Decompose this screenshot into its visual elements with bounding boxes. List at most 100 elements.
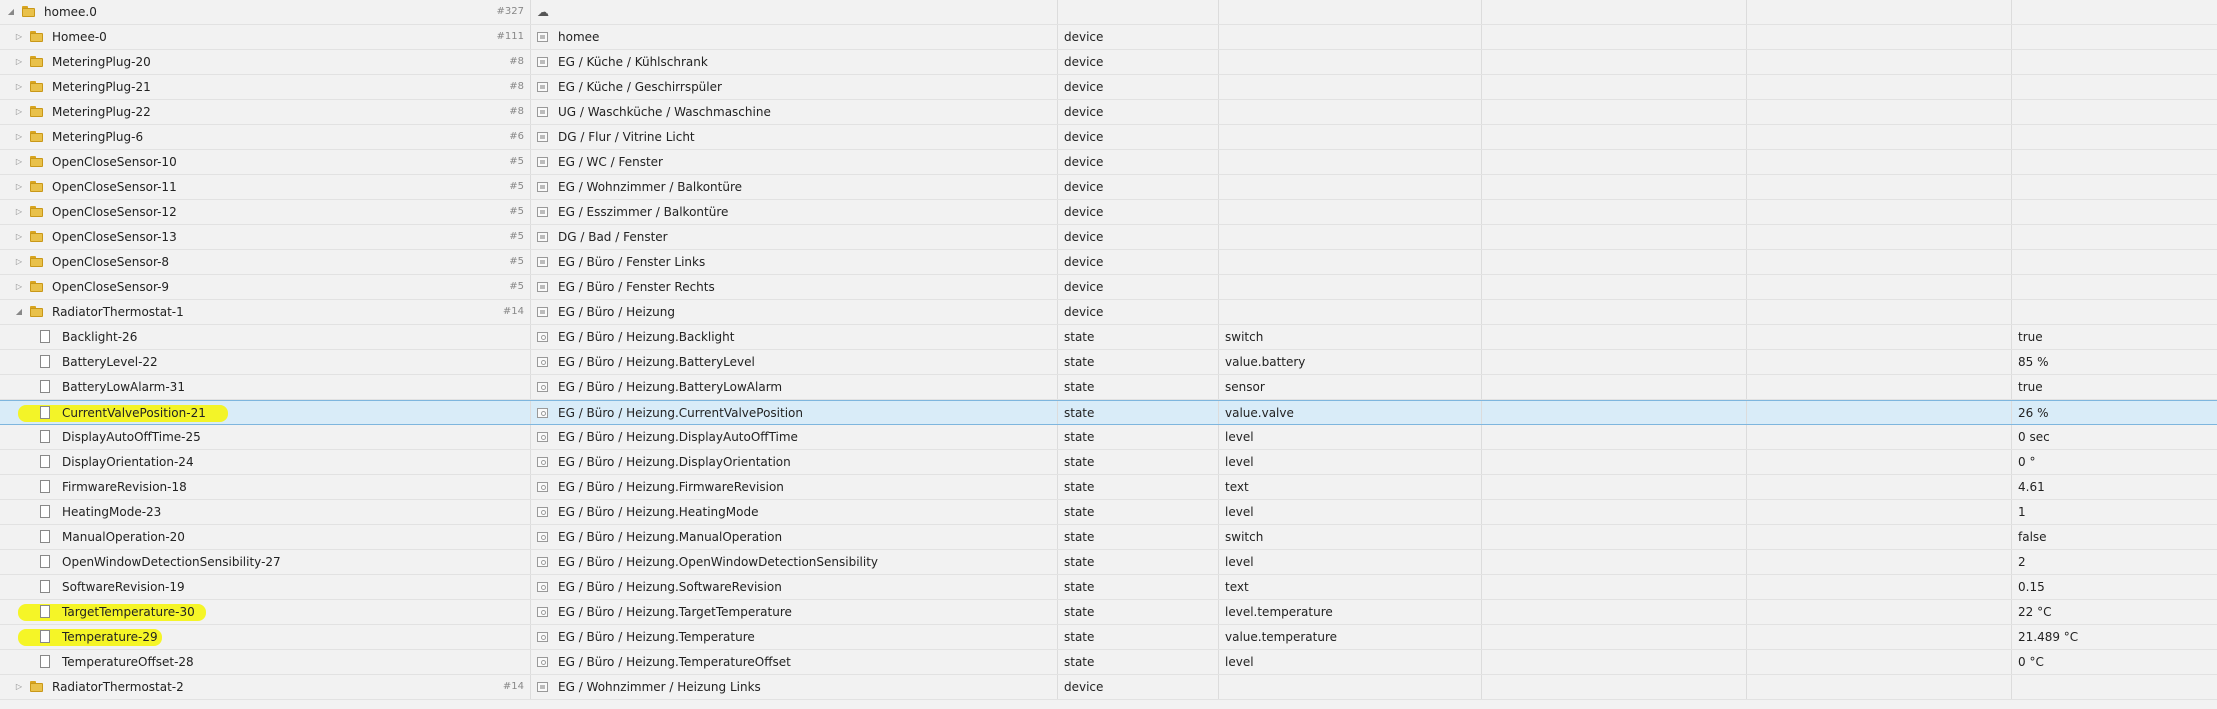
value-cell[interactable]: 1	[2012, 500, 2217, 524]
file-icon	[40, 530, 50, 543]
role-cell: value.valve	[1225, 406, 1294, 420]
object-id: MeteringPlug-6	[52, 130, 144, 144]
child-count: #8	[509, 56, 524, 67]
function-cell	[1747, 300, 2011, 324]
type-cell: state	[1064, 655, 1095, 669]
tree-row[interactable]: FirmwareRevision-18 EG / Büro / Heizung.F…	[0, 475, 2217, 500]
tree-row[interactable]: ▷ OpenCloseSensor-13 #5 DG / Bad / Fenster d…	[0, 225, 2217, 250]
value-cell[interactable]: 26 %	[2012, 401, 2217, 425]
value-cell[interactable]: true	[2012, 375, 2217, 399]
value-cell[interactable]	[2012, 25, 2217, 49]
object-id: OpenCloseSensor-10	[52, 155, 177, 169]
tree-row[interactable]: ▷ OpenCloseSensor-12 #5 EG / Esszimmer / Ba…	[0, 200, 2217, 225]
file-icon	[40, 406, 50, 419]
expand-triangle-icon[interactable]: ▷	[14, 175, 24, 199]
id-cell: ▷ MeteringPlug-20 #8	[0, 50, 530, 74]
tree-row[interactable]: DisplayAutoOffTime-25 EG / Büro / Heizung…	[0, 425, 2217, 450]
object-id: MeteringPlug-20	[52, 55, 151, 69]
value-cell[interactable]: 0 °C	[2012, 650, 2217, 674]
tree-row[interactable]: ▷ OpenCloseSensor-10 #5 EG / WC / Fenster de…	[0, 150, 2217, 175]
expand-triangle-icon[interactable]: ▷	[14, 50, 24, 74]
tree-row[interactable]: DisplayOrientation-24 EG / Büro / Heizung…	[0, 450, 2217, 475]
room-cell	[1482, 650, 1746, 674]
tree-row[interactable]: Temperature-29 EG / Büro / Heizung.Temper…	[0, 625, 2217, 650]
value-cell[interactable]: 22 °C	[2012, 600, 2217, 624]
expand-triangle-icon[interactable]: ▷	[14, 75, 24, 99]
type-cell: device	[1064, 280, 1104, 294]
object-name: EG / Büro / Heizung.BatteryLowAlarm	[558, 380, 783, 394]
tree-row[interactable]: ▷ OpenCloseSensor-9 #5 EG / Büro / Fenster …	[0, 275, 2217, 300]
function-cell	[1747, 375, 2011, 399]
tree-row[interactable]: BatteryLevel-22 EG / Büro / Heizung.Batte…	[0, 350, 2217, 375]
tree-row[interactable]: ManualOperation-20 EG / Büro / Heizung.Ma…	[0, 525, 2217, 550]
value-cell[interactable]: 21.489 °C	[2012, 625, 2217, 649]
value-cell[interactable]	[2012, 175, 2217, 199]
id-cell: ▷ OpenCloseSensor-9 #5	[0, 275, 530, 299]
device-icon	[537, 182, 548, 192]
value-cell[interactable]	[2012, 250, 2217, 274]
tree-row[interactable]: ▷ OpenCloseSensor-8 #5 EG / Büro / Fenster …	[0, 250, 2217, 275]
value-cell[interactable]	[2012, 125, 2217, 149]
tree-row[interactable]: ▷ MeteringPlug-21 #8 EG / Küche / Geschirrs…	[0, 75, 2217, 100]
tree-row[interactable]: ▷ Homee-0 #111 homee device	[0, 25, 2217, 50]
tree-row[interactable]: ▷ MeteringPlug-6 #6 DG / Flur / Vitrine Lic…	[0, 125, 2217, 150]
value-cell[interactable]: 4.61	[2012, 475, 2217, 499]
value-cell[interactable]: 0 sec	[2012, 425, 2217, 449]
room-cell	[1482, 475, 1746, 499]
value-cell[interactable]: true	[2012, 325, 2217, 349]
collapse-triangle-icon[interactable]: ◢	[6, 0, 16, 24]
expand-triangle-icon[interactable]: ▷	[14, 150, 24, 174]
object-id: DisplayAutoOffTime-25	[62, 430, 201, 444]
name-cell: EG / Esszimmer / Balkontüre	[531, 200, 1057, 224]
value-cell[interactable]	[2012, 300, 2217, 324]
tree-row[interactable]: OpenWindowDetectionSensibility-27 EG / Bü…	[0, 550, 2217, 575]
expand-triangle-icon[interactable]: ▷	[14, 275, 24, 299]
expand-triangle-icon[interactable]: ▷	[14, 100, 24, 124]
child-count: #5	[509, 181, 524, 192]
expand-triangle-icon[interactable]: ▷	[14, 125, 24, 149]
tree-row[interactable]: SoftwareRevision-19 EG / Büro / Heizung.S…	[0, 575, 2217, 600]
state-icon	[537, 332, 548, 342]
object-id: SoftwareRevision-19	[62, 580, 185, 594]
tree-row[interactable]: ◢ RadiatorThermostat-1 #14 EG / Büro / Heiz…	[0, 300, 2217, 325]
function-cell	[1747, 675, 2011, 699]
child-count: #327	[496, 6, 524, 17]
tree-row[interactable]: CurrentValvePosition-21 EG / Büro / Heizu…	[0, 400, 2217, 425]
expand-triangle-icon[interactable]: ▷	[14, 25, 24, 49]
value-cell[interactable]: 2	[2012, 550, 2217, 574]
value-cell[interactable]	[2012, 675, 2217, 699]
expand-triangle-icon[interactable]: ▷	[14, 225, 24, 249]
tree-row[interactable]: TargetTemperature-30 EG / Büro / Heizung.…	[0, 600, 2217, 625]
value-cell[interactable]	[2012, 225, 2217, 249]
value-cell[interactable]: 85 %	[2012, 350, 2217, 374]
tree-row-root[interactable]: ◢ homee.0 #327 ☁	[0, 0, 2217, 25]
collapse-triangle-icon[interactable]: ◢	[14, 300, 24, 324]
expand-triangle-icon[interactable]: ▷	[14, 250, 24, 274]
value-cell[interactable]: 0 °	[2012, 450, 2217, 474]
value-cell[interactable]	[2012, 100, 2217, 124]
function-cell	[1747, 25, 2011, 49]
tree-row[interactable]: ▷ RadiatorThermostat-2 #14 EG / Wohnzimmer …	[0, 675, 2217, 700]
object-id: Backlight-26	[62, 330, 138, 344]
value-cell[interactable]	[2012, 200, 2217, 224]
value-cell[interactable]	[2012, 275, 2217, 299]
tree-row[interactable]: ▷ MeteringPlug-20 #8 EG / Küche / Kühlschra…	[0, 50, 2217, 75]
value-cell[interactable]	[2012, 75, 2217, 99]
value-cell[interactable]: 0.15	[2012, 575, 2217, 599]
tree-row[interactable]: BatteryLowAlarm-31 EG / Büro / Heizung.Ba…	[0, 375, 2217, 400]
state-icon	[537, 457, 548, 467]
tree-row[interactable]: ▷ MeteringPlug-22 #8 UG / Waschküche / Wasc…	[0, 100, 2217, 125]
tree-row[interactable]: Backlight-26 EG / Büro / Heizung.Backligh…	[0, 325, 2217, 350]
expand-triangle-icon[interactable]: ▷	[14, 200, 24, 224]
value-cell[interactable]: false	[2012, 525, 2217, 549]
tree-row[interactable]: ▷ OpenCloseSensor-11 #5 EG / Wohnzimmer / B…	[0, 175, 2217, 200]
device-icon	[537, 57, 548, 67]
object-name: EG / Küche / Kühlschrank	[558, 55, 708, 69]
tree-row[interactable]: TemperatureOffset-28 EG / Büro / Heizung.…	[0, 650, 2217, 675]
tree-row[interactable]: HeatingMode-23 EG / Büro / Heizung.Heatin…	[0, 500, 2217, 525]
value-cell[interactable]	[2012, 50, 2217, 74]
type-cell: device	[1064, 30, 1104, 44]
room-cell	[1482, 225, 1746, 249]
expand-triangle-icon[interactable]: ▷	[14, 675, 24, 699]
value-cell[interactable]	[2012, 150, 2217, 174]
